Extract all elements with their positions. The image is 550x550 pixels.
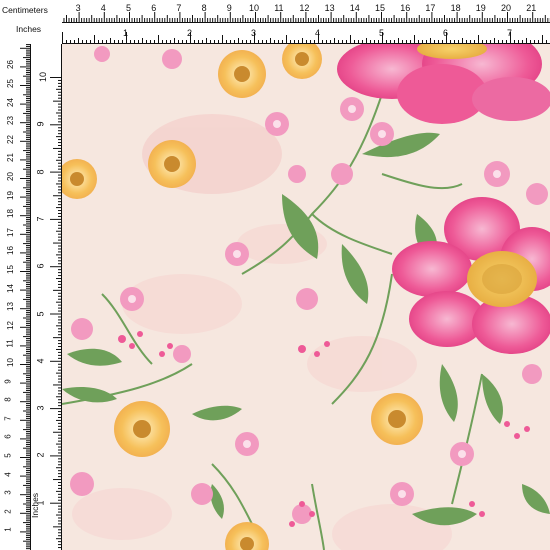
corner-centimeters-label: Centimeters xyxy=(2,5,48,15)
top-cm-number: 6 xyxy=(151,3,157,13)
top-cm-number: 14 xyxy=(349,3,360,13)
left-cm-number: 6 xyxy=(3,434,13,440)
top-cm-number: 9 xyxy=(226,3,232,13)
top-cm-number: 19 xyxy=(475,3,486,13)
left-cm-number: 9 xyxy=(3,378,13,384)
left-inch-number: 10 xyxy=(38,71,49,83)
left-inch-number: 4 xyxy=(35,358,46,364)
top-cm-number: 3 xyxy=(75,3,81,13)
left-cm-number: 24 xyxy=(5,97,15,107)
left-inch-number: 5 xyxy=(35,310,46,317)
left-cm-number: 17 xyxy=(5,227,15,237)
left-cm-number: 15 xyxy=(5,265,15,274)
left-cm-number: 3 xyxy=(3,490,13,495)
left-inch-number: 2 xyxy=(35,452,46,458)
top-cm-number: 4 xyxy=(100,3,106,13)
left-ruler: 26 25 24 23 22 21 20 19 18 17 16 15 14 13 12 11 10 9 8 7 6 5 4… xyxy=(0,0,62,550)
left-cm-number: 11 xyxy=(5,339,15,349)
left-cm-number: 8 xyxy=(3,397,13,402)
left-inch-number: 6 xyxy=(35,263,46,269)
left-cm-number: 23 xyxy=(5,116,15,126)
top-ruler: Centimeters Inches 123456789101112131415… xyxy=(0,0,550,44)
left-cm-number: 18 xyxy=(5,209,15,219)
left-cm-number: 5 xyxy=(3,453,13,458)
top-cm-number: 20 xyxy=(501,3,512,13)
left-cm-number: 22 xyxy=(5,134,15,144)
left-inch-number: 9 xyxy=(35,121,46,127)
top-cm-number: 7 xyxy=(176,3,182,13)
top-inch-number: 6 xyxy=(443,28,449,38)
left-cm-number: 1 xyxy=(3,527,13,533)
left-inches-label: Inches xyxy=(30,492,40,518)
left-cm-number: 14 xyxy=(5,283,15,293)
fabric-print xyxy=(62,44,550,550)
top-cm-number: 15 xyxy=(375,3,386,13)
left-inch-number: 3 xyxy=(35,405,46,411)
top-inch-number: 3 xyxy=(251,28,257,38)
left-cm-number: 26 xyxy=(5,60,15,70)
top-inch-number: 7 xyxy=(507,28,513,38)
top-inch-number: 5 xyxy=(379,28,385,38)
top-cm-number: 21 xyxy=(526,3,537,13)
fabric-swatch-view: Centimeters Inches 123456789101112131415… xyxy=(0,0,550,550)
left-cm-number: 4 xyxy=(3,471,13,477)
top-cm-number: 12 xyxy=(299,3,310,13)
floral-pattern xyxy=(62,44,550,550)
left-cm-number: 20 xyxy=(5,172,15,181)
top-cm-number: 8 xyxy=(201,3,207,13)
left-cm-number: 16 xyxy=(5,246,15,256)
left-inch-number: 8 xyxy=(35,169,46,175)
top-cm-number: 5 xyxy=(126,3,132,13)
top-cm-number: 10 xyxy=(249,3,260,13)
corner-inches-label: Inches xyxy=(16,24,42,34)
large-pink-flower-top xyxy=(337,44,550,124)
top-cm-number: 18 xyxy=(450,3,461,13)
top-inch-number: 2 xyxy=(187,28,193,38)
top-inch-number: 1 xyxy=(123,28,129,38)
top-cm-number: 16 xyxy=(400,3,411,13)
top-cm-number: 17 xyxy=(425,3,436,13)
left-cm-number: 12 xyxy=(5,320,15,330)
left-cm-number: 7 xyxy=(3,416,13,421)
left-cm-number: 21 xyxy=(5,153,15,163)
top-cm-number: 13 xyxy=(324,3,335,13)
top-cm-number: 11 xyxy=(274,3,284,13)
left-inch-number: 7 xyxy=(35,216,46,222)
left-cm-number: 25 xyxy=(5,79,15,88)
left-cm-number: 2 xyxy=(3,509,13,514)
left-cm-number: 13 xyxy=(5,302,15,312)
left-cm-number: 10 xyxy=(5,358,15,367)
top-inch-number: 4 xyxy=(315,28,321,38)
left-cm-number: 19 xyxy=(5,190,15,200)
